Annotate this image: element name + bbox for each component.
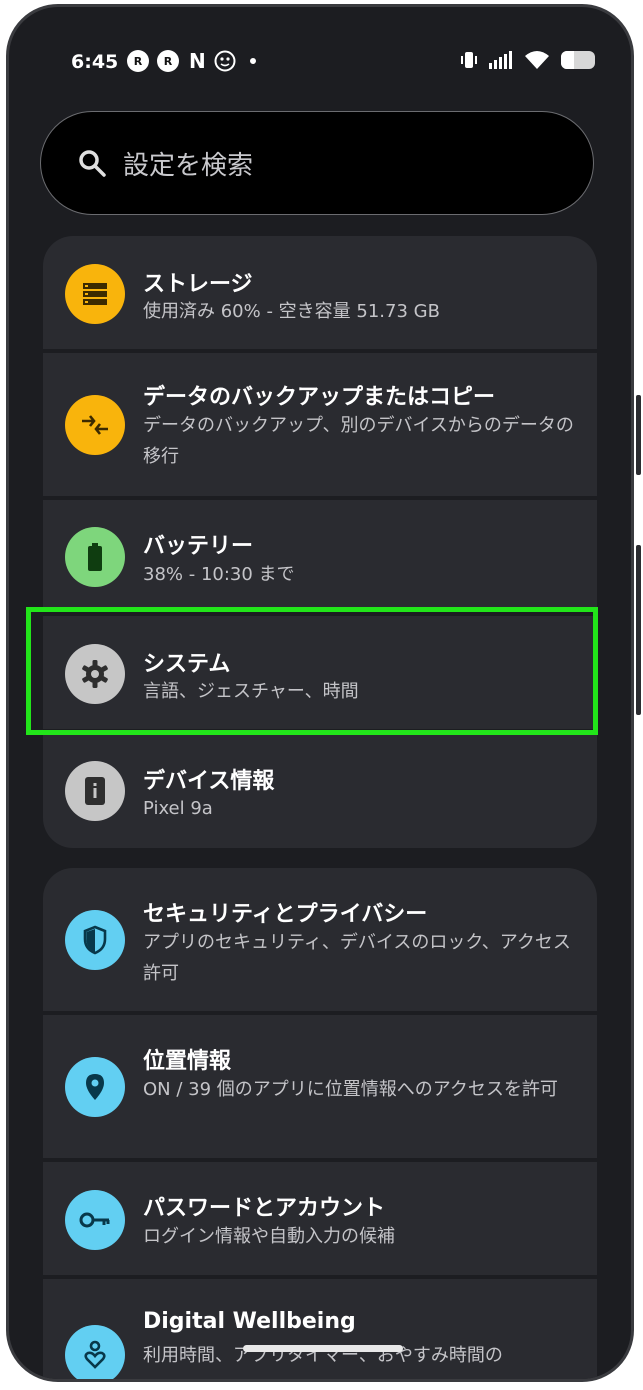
volume-button <box>636 545 641 715</box>
rakuten-icon: R <box>157 50 179 72</box>
setting-item-battery[interactable]: バッテリー 38% - 10:30 まで <box>43 500 597 612</box>
search-placeholder: 設定を検索 <box>123 150 254 181</box>
setting-item-storage[interactable]: ストレージ 使用済み 60% - 空き容量 51.73 GB <box>43 236 597 349</box>
wellbeing-icon <box>65 1325 125 1379</box>
settings-group-device: ストレージ 使用済み 60% - 空き容量 51.73 GB データのバックアッ… <box>43 236 597 848</box>
storage-icon <box>65 264 125 324</box>
rakuten-icon: R <box>127 50 149 72</box>
setting-title: デバイス情報 <box>143 769 275 794</box>
setting-title: 位置情報 <box>143 1049 232 1074</box>
setting-title: データのバックアップまたはコピー <box>143 385 496 410</box>
settings-group-privacy: セキュリティとプライバシー アプリのセキュリティ、デバイスのロック、アクセス許可… <box>43 868 597 1379</box>
backup-transfer-icon <box>65 395 125 455</box>
highlight-box <box>26 607 598 735</box>
setting-item-passwords[interactable]: パスワードとアカウント ログイン情報や自動入力の候補 <box>43 1162 597 1275</box>
shield-icon <box>65 910 125 970</box>
signal-icon <box>489 51 512 69</box>
battery-icon <box>65 527 125 587</box>
search-icon <box>79 150 106 177</box>
location-icon <box>65 1057 125 1117</box>
wifi-icon <box>525 51 549 69</box>
setting-item-security[interactable]: セキュリティとプライバシー アプリのセキュリティ、デバイスのロック、アクセス許可 <box>43 868 597 1011</box>
setting-item-device-info[interactable]: デバイス情報 Pixel 9a <box>43 733 597 848</box>
setting-title: Digital Wellbeing <box>143 1309 356 1334</box>
vibrate-icon <box>461 52 477 68</box>
app-icon <box>214 50 236 72</box>
setting-title: セキュリティとプライバシー <box>143 902 428 927</box>
setting-item-backup[interactable]: データのバックアップまたはコピー データのバックアップ、別のデバイスからのデータ… <box>43 353 597 496</box>
status-bar: 6:45 R R N <box>9 7 631 117</box>
device-info-icon <box>65 761 125 821</box>
setting-title: ストレージ <box>143 272 253 297</box>
setting-subtitle: ON / 39 個のアプリに位置情報へのアクセスを許可 <box>143 1079 558 1100</box>
search-bar[interactable]: 設定を検索 <box>40 111 594 215</box>
setting-subtitle: アプリのセキュリティ、デバイスのロック、アクセス許可 <box>143 932 571 984</box>
setting-subtitle: 使用済み 60% - 空き容量 51.73 GB <box>143 301 440 322</box>
gesture-nav-handle[interactable] <box>243 1345 403 1352</box>
power-button <box>636 395 641 475</box>
setting-item-digital-wellbeing[interactable]: Digital Wellbeing 利用時間、アプリタイマー、おやすみ時間の <box>43 1279 597 1379</box>
setting-title: バッテリー <box>143 534 254 559</box>
setting-subtitle: データのバックアップ、別のデバイスからのデータの移行 <box>143 415 574 467</box>
dot-icon <box>249 58 256 64</box>
setting-subtitle: 38% - 10:30 まで <box>143 564 295 585</box>
setting-subtitle: Pixel 9a <box>143 798 213 819</box>
setting-title: パスワードとアカウント <box>143 1196 386 1221</box>
netflix-icon: N <box>189 49 206 73</box>
key-icon <box>65 1190 125 1250</box>
setting-item-location[interactable]: 位置情報 ON / 39 個のアプリに位置情報へのアクセスを許可 <box>43 1015 597 1158</box>
status-time: 6:45 <box>71 51 119 73</box>
setting-subtitle: ログイン情報や自動入力の候補 <box>143 1226 395 1247</box>
battery-icon <box>561 51 595 69</box>
